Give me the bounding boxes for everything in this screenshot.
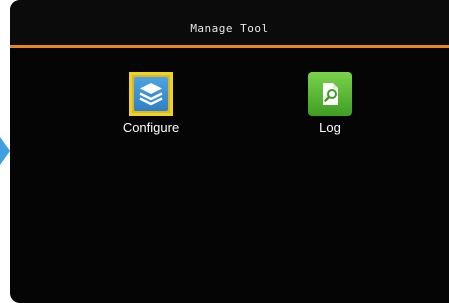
selection-frame (129, 72, 173, 116)
window-title: Manage Tool (190, 22, 269, 35)
stage: Manage Tool Configure Log (0, 0, 449, 303)
header-divider (10, 45, 449, 48)
layers-icon (134, 77, 168, 111)
document-search-icon (308, 72, 352, 116)
menu-item-label: Log (319, 120, 341, 135)
menu-item-configure[interactable]: Configure (106, 72, 196, 136)
device-screen: Manage Tool Configure Log (10, 0, 449, 303)
header-bar: Manage Tool (10, 0, 449, 48)
menu-item-label: Configure (122, 120, 180, 135)
arrow-pointer-icon (0, 137, 10, 165)
menu-item-log[interactable]: Log (285, 72, 375, 136)
